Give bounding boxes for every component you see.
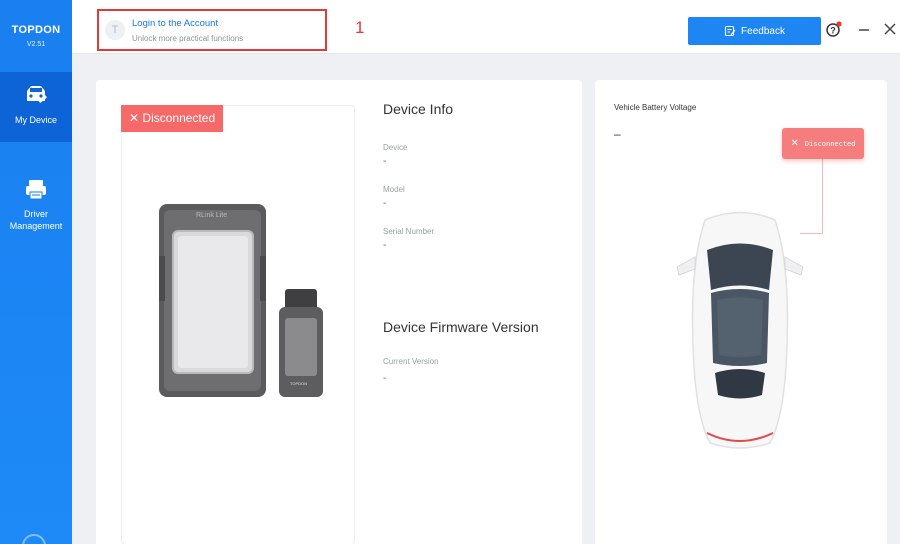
top-bar: T Login to the Account Unlock more pract… — [72, 0, 900, 54]
login-account-button[interactable]: T Login to the Account Unlock more pract… — [97, 9, 327, 51]
device-model-print: RLink Lite — [196, 212, 228, 219]
sidebar-item-my-device[interactable]: My Device — [0, 72, 72, 142]
disconnected-icon: ✕ — [790, 138, 799, 149]
sidebar-item-driver-management[interactable]: Driver Management — [0, 172, 72, 232]
serial-number-value: - — [383, 240, 387, 251]
device-value: - — [383, 156, 387, 167]
car-wrench-icon — [27, 86, 47, 103]
sidebar-item-label: My Device — [14, 115, 57, 125]
vehicle-status-text: Disconnected — [804, 139, 856, 148]
brand: TOPDON V2.51 — [0, 0, 72, 72]
model-label: Model — [383, 185, 405, 194]
driver-printer-icon — [26, 180, 46, 200]
device-label: Device — [383, 143, 408, 152]
sidebar: TOPDON V2.51 My Device Driver Management — [0, 0, 72, 544]
rlink-device-image — [159, 204, 323, 397]
battery-voltage-value: – — [614, 127, 621, 141]
vehicle-status-bubble: ✕ Disconnected — [782, 128, 864, 159]
vci-brand-print: TOPDON — [290, 381, 308, 386]
avatar: T — [105, 20, 125, 40]
feedback-label: Feedback — [741, 25, 785, 37]
login-title[interactable]: Login to the Account — [132, 18, 218, 29]
device-status-badge: ✕ Disconnected — [121, 105, 224, 132]
current-version-label: Current Version — [383, 357, 439, 366]
connector-line — [822, 159, 823, 233]
device-card: RLink Lite TOPDON ✕ Disconnected Device … — [96, 80, 582, 544]
vehicle-card: Vehicle Battery Voltage – ✕ Disconnected — [595, 80, 887, 544]
app-version: V2.51 — [26, 41, 46, 48]
svg-text:?: ? — [830, 26, 836, 36]
help-icon[interactable]: ? — [825, 20, 843, 38]
current-version-value: - — [383, 373, 387, 384]
model-value: - — [383, 198, 387, 209]
disconnected-icon: ✕ — [129, 111, 140, 125]
login-subtitle: Unlock more practical functions — [132, 34, 244, 43]
device-status-text: Disconnected — [142, 111, 216, 125]
feedback-button[interactable]: Feedback — [688, 17, 821, 45]
firmware-title: Device Firmware Version — [383, 319, 539, 335]
device-image-panel: RLink Lite TOPDON — [121, 105, 355, 544]
sidebar-item-label: Driver Management — [9, 209, 63, 231]
feedback-icon — [724, 25, 736, 37]
device-info-title: Device Info — [383, 101, 454, 117]
annotation-number: 1 — [355, 18, 365, 37]
close-icon[interactable] — [882, 20, 898, 38]
serial-number-label: Serial Number — [383, 227, 435, 236]
battery-voltage-label: Vehicle Battery Voltage — [614, 103, 697, 112]
minimize-icon[interactable] — [857, 20, 871, 38]
car-top-view-image — [676, 211, 804, 449]
settings-icon[interactable] — [22, 534, 46, 544]
brand-name: TOPDON — [11, 24, 61, 36]
